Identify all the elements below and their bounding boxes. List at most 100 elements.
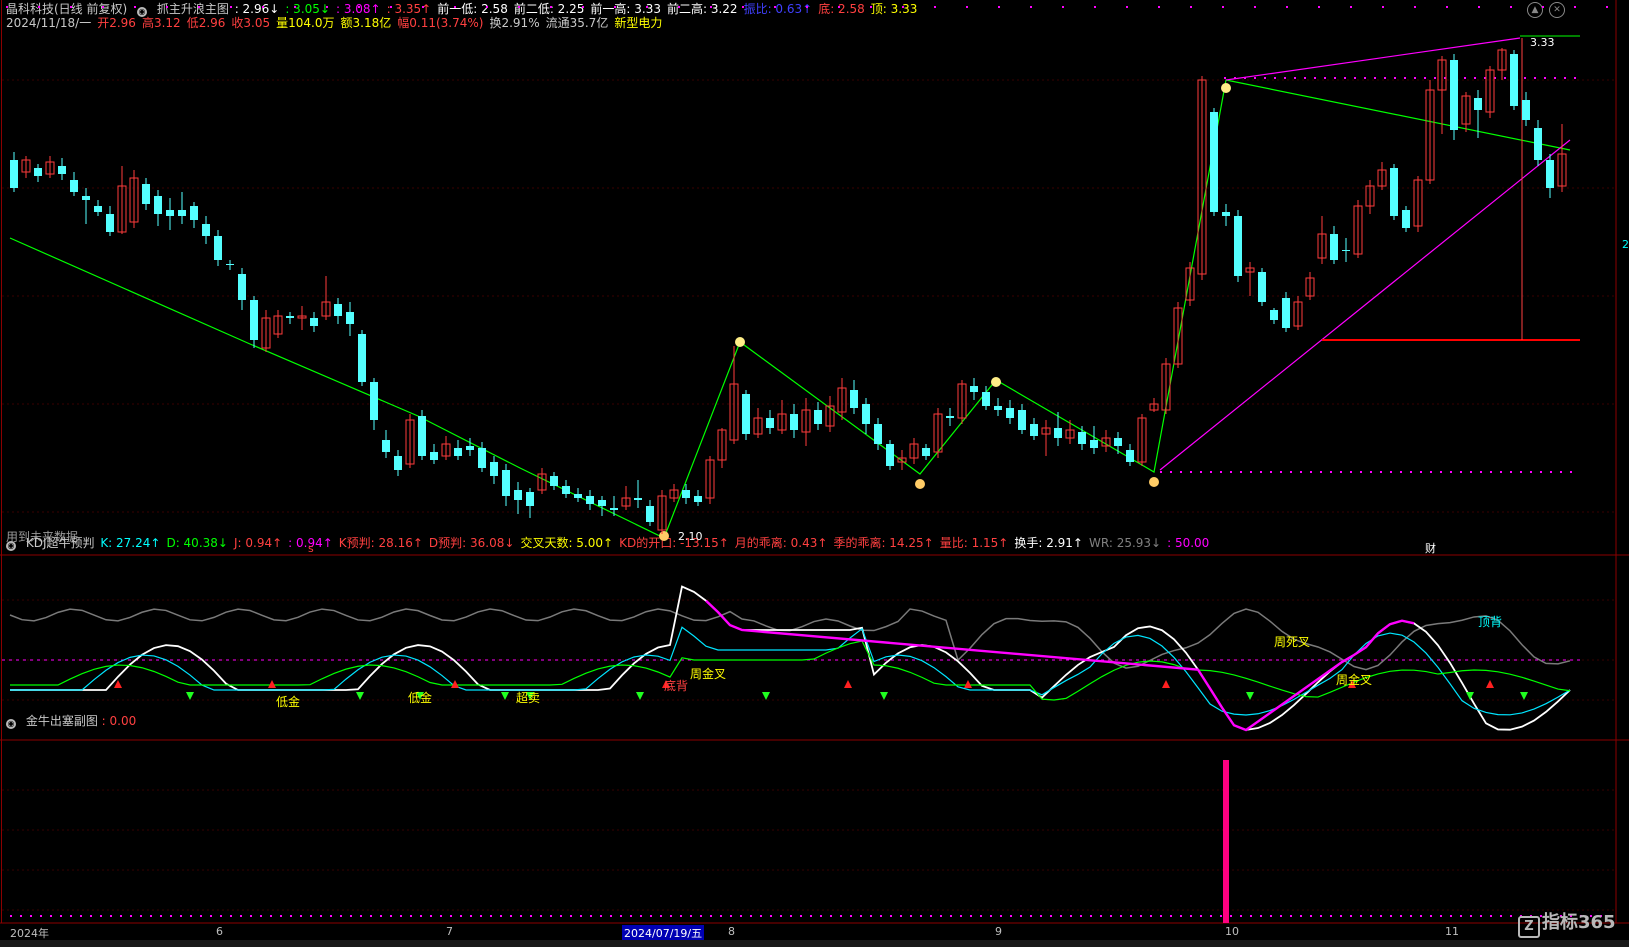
zigzag-line — [9, 79, 1571, 539]
candle — [1510, 50, 1518, 110]
arrow-down-icon — [1466, 692, 1474, 700]
candle — [334, 298, 342, 324]
pivot-marker — [659, 531, 669, 541]
candle — [814, 402, 822, 430]
candle — [1270, 308, 1278, 324]
candle — [634, 480, 642, 508]
bottom-toolbar[interactable] — [0, 940, 1629, 947]
candle — [1485, 66, 1495, 118]
candle — [862, 398, 870, 434]
candle-body — [1474, 98, 1482, 110]
candle-body — [1534, 128, 1542, 160]
candle — [1402, 206, 1410, 232]
candle-body — [1282, 298, 1290, 328]
kdj-label: 周死叉 — [1274, 635, 1310, 649]
candle-body — [10, 160, 18, 188]
candle — [10, 152, 18, 192]
candle-body — [1030, 424, 1038, 436]
candle-body — [1126, 450, 1134, 462]
candle-body — [166, 210, 174, 216]
candle — [1114, 432, 1122, 454]
candle-body — [598, 500, 606, 506]
candle — [550, 472, 558, 490]
candle — [705, 456, 715, 504]
candle — [1234, 210, 1242, 282]
candle — [106, 206, 114, 236]
candle — [1293, 296, 1303, 330]
candle-body — [334, 304, 342, 316]
candle-body — [562, 486, 570, 494]
candle — [886, 440, 894, 470]
candle — [729, 346, 739, 444]
candle — [1149, 398, 1159, 412]
candle — [1390, 164, 1398, 220]
brand-logo: Z 指标365 — [1518, 908, 1616, 938]
candle — [82, 188, 90, 224]
date-label: 11 — [1445, 925, 1459, 938]
candle — [586, 490, 594, 510]
candle-body — [1510, 54, 1518, 106]
candle — [370, 378, 378, 430]
candle-body — [1006, 408, 1014, 418]
trend-lines — [6, 6, 1616, 917]
kdj-label: 顶背 — [1478, 615, 1502, 629]
candle — [346, 302, 354, 336]
arrow-up-icon — [1162, 680, 1170, 688]
candle-body — [394, 456, 402, 470]
candle — [1450, 54, 1458, 140]
candle — [1210, 108, 1218, 216]
candle — [1245, 262, 1255, 296]
logo-text: 指标365 — [1542, 912, 1616, 933]
candle — [946, 408, 954, 426]
candle — [1413, 176, 1423, 232]
candle-body — [358, 334, 366, 382]
candle — [441, 436, 451, 460]
candle-body — [694, 496, 702, 502]
candle — [1425, 80, 1435, 184]
date-label: 10 — [1225, 925, 1239, 938]
right-edge-label: 2 — [1622, 238, 1629, 251]
stock-chart[interactable]: 2.103.33s 财2低金 低金 超卖底背周金叉周死叉周金叉顶背 — [0, 0, 1629, 947]
candle — [418, 410, 426, 460]
candle-body — [526, 492, 534, 506]
candle — [310, 312, 318, 332]
candle — [537, 468, 547, 494]
candle — [1461, 92, 1471, 132]
candle-body — [742, 394, 750, 434]
j-line — [10, 585, 1571, 731]
candle-body — [250, 300, 258, 340]
candle — [994, 398, 1002, 416]
candle — [45, 156, 55, 178]
candle-body — [790, 414, 798, 430]
pivot-marker — [915, 479, 925, 489]
candle-body — [766, 418, 774, 428]
candle — [502, 464, 510, 506]
candle — [1282, 292, 1290, 332]
candle — [142, 178, 150, 210]
arrow-up-icon — [964, 680, 972, 688]
arrow-down-icon — [1520, 692, 1528, 700]
candle-body — [1234, 216, 1242, 276]
candle — [970, 378, 978, 400]
candle-body — [1090, 440, 1098, 448]
candle-body — [1078, 432, 1086, 444]
candlesticks[interactable] — [10, 48, 1567, 534]
candle — [394, 450, 402, 476]
candle-body — [370, 382, 378, 420]
candle-body — [190, 206, 198, 220]
pivot-marker — [1221, 83, 1231, 93]
candle-body — [202, 224, 210, 236]
candle-body — [106, 214, 114, 232]
candle-body — [862, 404, 870, 424]
candle-body — [1402, 210, 1410, 228]
arrow-down-icon — [356, 692, 364, 700]
candle — [1522, 92, 1530, 126]
candle — [1090, 426, 1098, 454]
kdj-label: 超卖 — [516, 690, 540, 705]
candle — [154, 190, 162, 226]
candle — [1137, 414, 1147, 466]
candle — [214, 230, 222, 266]
candle — [286, 312, 294, 324]
candle-body — [922, 448, 930, 456]
candle — [321, 276, 331, 320]
